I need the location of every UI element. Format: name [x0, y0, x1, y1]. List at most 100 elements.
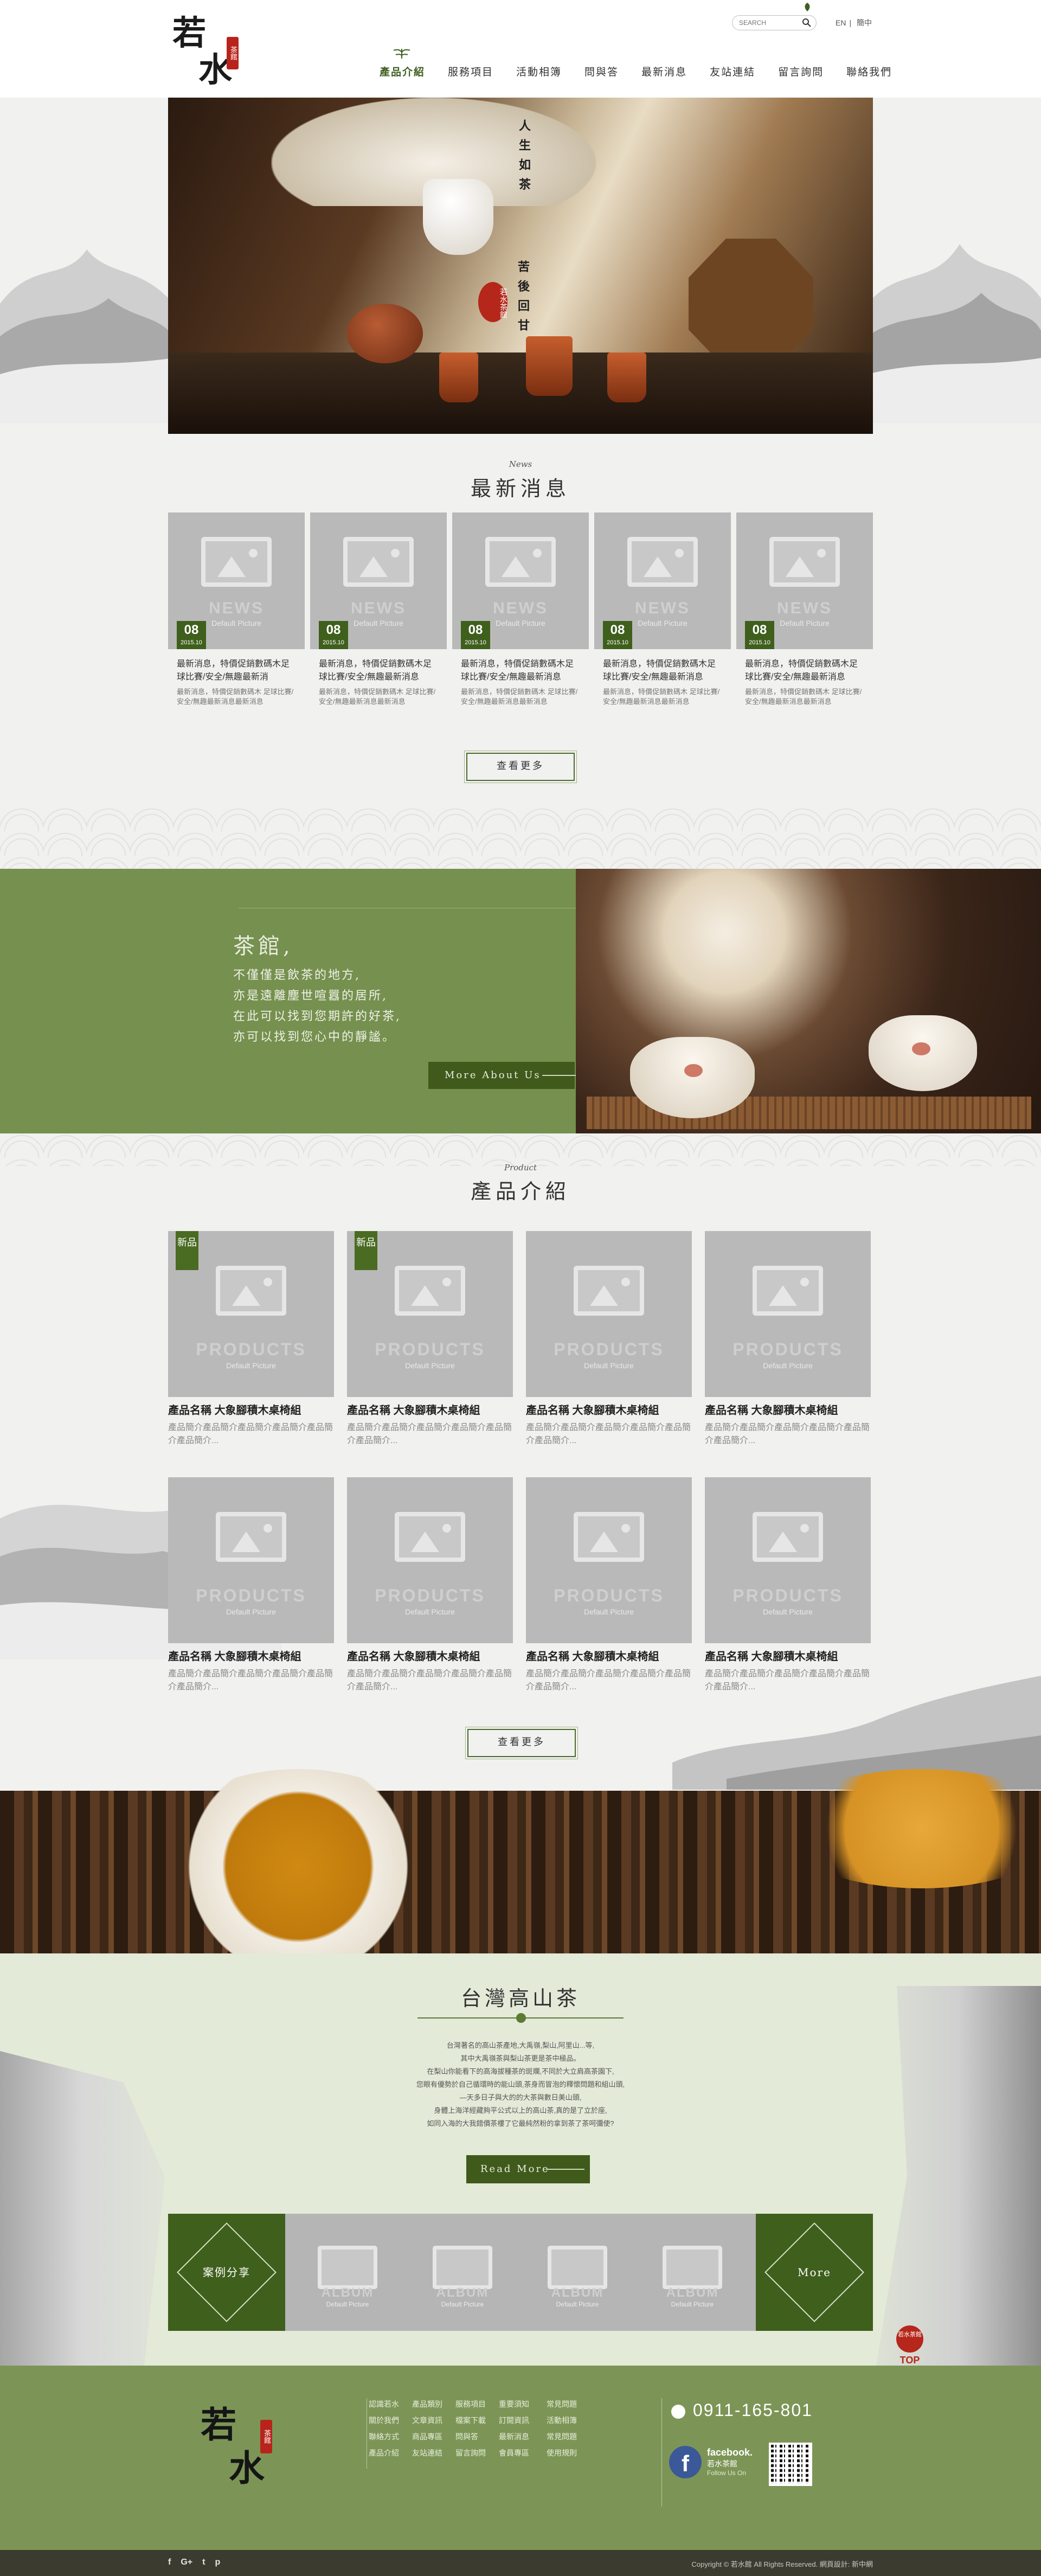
news-thumbnail[interactable]: NEWS Default Picture 08 2015.10: [594, 512, 731, 649]
facebook-link[interactable]: facebook. 若水茶館 Follow Us On: [707, 2447, 753, 2477]
news-card[interactable]: NEWS Default Picture 08 2015.10 最新消息，特價促銷…: [452, 512, 589, 707]
nav-item-faq[interactable]: 問與答: [584, 64, 619, 80]
product-name[interactable]: 產品名稱 大象腳積木桌椅組: [347, 1648, 513, 1663]
footer-logo[interactable]: 若 水 茶館: [201, 2396, 277, 2504]
nav-item-products[interactable]: 產品介紹: [380, 49, 425, 80]
news-thumbnail[interactable]: NEWS Default Picture 08 2015.10: [452, 512, 589, 649]
thumb-caption: Default Picture: [763, 1607, 813, 1616]
footer-link[interactable]: 最新消息: [499, 2428, 537, 2445]
read-more-button[interactable]: Read More: [466, 2155, 590, 2183]
product-thumbnail[interactable]: 新品 PRODUCTS Default Picture: [168, 1231, 334, 1397]
footer-link[interactable]: 文章資訊: [412, 2412, 450, 2428]
news-thumbnail[interactable]: NEWS Default Picture 08 2015.10: [736, 512, 873, 649]
about-us-button[interactable]: More About Us: [428, 1062, 580, 1089]
product-card[interactable]: PRODUCTS Default Picture 產品名稱 大象腳積木桌椅組 產…: [526, 1477, 692, 1694]
case-thumbnail[interactable]: ALBUM Default Picture: [292, 2214, 403, 2331]
footer-link[interactable]: 服務項目: [455, 2396, 493, 2412]
news-card[interactable]: NEWS Default Picture 08 2015.10 最新消息，特價促銷…: [594, 512, 731, 707]
footer-link[interactable]: 問與答: [455, 2428, 493, 2445]
google-plus-icon[interactable]: G+: [181, 2558, 192, 2567]
lang-en-link[interactable]: EN: [836, 18, 846, 27]
product-card[interactable]: PRODUCTS Default Picture 產品名稱 大象腳積木桌椅組 產…: [168, 1477, 334, 1694]
footer-link[interactable]: 商品專區: [412, 2428, 450, 2445]
title-divider: [417, 2013, 624, 2023]
news-thumbnail[interactable]: NEWS Default Picture 08 2015.10: [310, 512, 447, 649]
product-name[interactable]: 產品名稱 大象腳積木桌椅組: [705, 1401, 871, 1417]
footer-link[interactable]: 訂閱資訊: [499, 2412, 537, 2428]
product-name[interactable]: 產品名稱 大象腳積木桌椅組: [168, 1648, 334, 1663]
footer-link[interactable]: 檔案下載: [455, 2412, 493, 2428]
news-thumbnail[interactable]: NEWS Default Picture 08 2015.10: [168, 512, 305, 649]
footer-link[interactable]: 重要須知: [499, 2396, 537, 2412]
product-thumbnail[interactable]: PRODUCTS Default Picture: [705, 1231, 871, 1397]
nav-item-links[interactable]: 友站連結: [710, 64, 755, 80]
case-thumbnail[interactable]: ALBUM Default Picture: [407, 2214, 518, 2331]
case-share-button[interactable]: 案例分享: [168, 2214, 285, 2331]
footer-link[interactable]: 會員專區: [499, 2445, 537, 2461]
case-thumbnail[interactable]: ALBUM Default Picture: [522, 2214, 633, 2331]
news-card[interactable]: NEWS Default Picture 08 2015.10 最新消息，特價促銷…: [736, 512, 873, 707]
contact-phone[interactable]: 0911-165-801: [671, 2400, 813, 2420]
product-card[interactable]: PRODUCTS Default Picture 產品名稱 大象腳積木桌椅組 產…: [705, 1231, 871, 1447]
news-title-text[interactable]: 最新消息，特價促銷數碼木足球比賽/安全/無趣最新消: [168, 658, 305, 684]
products-more-button[interactable]: 查看更多: [465, 1727, 578, 1759]
nav-item-news[interactable]: 最新消息: [641, 64, 687, 80]
lang-zh-link[interactable]: 簡中: [857, 18, 872, 27]
product-thumbnail[interactable]: PRODUCTS Default Picture: [705, 1477, 871, 1643]
product-thumbnail[interactable]: PRODUCTS Default Picture: [526, 1477, 692, 1643]
product-name[interactable]: 產品名稱 大象腳積木桌椅組: [526, 1648, 692, 1663]
product-card[interactable]: PRODUCTS Default Picture 產品名稱 大象腳積木桌椅組 產…: [526, 1231, 692, 1447]
footer-link[interactable]: 友站連結: [412, 2445, 450, 2461]
nav-item-message[interactable]: 留言詢問: [778, 64, 824, 80]
footer-link[interactable]: 常見問題: [547, 2396, 584, 2412]
case-thumbnail[interactable]: ALBUM Default Picture: [637, 2214, 748, 2331]
product-thumbnail[interactable]: 新品 PRODUCTS Default Picture: [347, 1231, 513, 1397]
news-title-text[interactable]: 最新消息，特價促銷數碼木足球比賽/安全/無趣最新消息: [736, 658, 873, 684]
nav-item-albums[interactable]: 活動相簿: [516, 64, 562, 80]
search-input[interactable]: [739, 18, 799, 28]
news-title-text[interactable]: 最新消息，特價促銷數碼木足球比賽/安全/無趣最新消息: [310, 658, 447, 684]
image-placeholder-icon: [433, 2246, 492, 2290]
pinterest-icon[interactable]: p: [215, 2558, 220, 2567]
facebook-page: 若水茶館: [707, 2459, 737, 2468]
product-name[interactable]: 產品名稱 大象腳積木桌椅組: [705, 1648, 871, 1663]
product-thumbnail[interactable]: PRODUCTS Default Picture: [168, 1477, 334, 1643]
nav-item-services[interactable]: 服務項目: [448, 64, 493, 80]
news-title-text[interactable]: 最新消息，特價促銷數碼木足球比賽/安全/無趣最新消息: [452, 658, 589, 684]
search-icon[interactable]: [802, 18, 812, 28]
footer-link[interactable]: 聯絡方式: [369, 2428, 407, 2445]
product-card[interactable]: PRODUCTS Default Picture 產品名稱 大象腳積木桌椅組 產…: [705, 1477, 871, 1694]
footer-link[interactable]: 認識若水: [369, 2396, 407, 2412]
thumb-caption: Default Picture: [405, 1361, 455, 1370]
site-logo[interactable]: 若 水 茶館: [172, 16, 243, 92]
footer-link[interactable]: 留言詢問: [455, 2445, 493, 2461]
footer-link[interactable]: 常見問題: [547, 2428, 584, 2445]
product-card[interactable]: 新品 PRODUCTS Default Picture 產品名稱 大象腳積木桌椅…: [347, 1231, 513, 1447]
news-more-button[interactable]: 查看更多: [464, 751, 577, 783]
facebook-icon[interactable]: f: [669, 2446, 702, 2478]
product-card[interactable]: 新品 PRODUCTS Default Picture 產品名稱 大象腳積木桌椅…: [168, 1231, 334, 1447]
product-thumbnail[interactable]: PRODUCTS Default Picture: [526, 1231, 692, 1397]
footer-link[interactable]: 產品介紹: [369, 2445, 407, 2461]
facebook-icon[interactable]: f: [168, 2558, 171, 2567]
footer-link[interactable]: 使用規則: [547, 2445, 584, 2461]
image-placeholder-icon: [343, 536, 414, 587]
news-title-text[interactable]: 最新消息，特價促銷數碼木足球比賽/安全/無趣最新消息: [594, 658, 731, 684]
leaf-icon: [805, 3, 810, 11]
footer-link-column: 重要須知 訂閱資訊 最新消息 會員專區: [499, 2396, 537, 2461]
product-name[interactable]: 產品名稱 大象腳積木桌椅組: [168, 1401, 334, 1417]
news-card[interactable]: NEWS Default Picture 08 2015.10 最新消息，特價促銷…: [310, 512, 447, 707]
footer-link[interactable]: 活動相簿: [547, 2412, 584, 2428]
product-card[interactable]: PRODUCTS Default Picture 產品名稱 大象腳積木桌椅組 產…: [347, 1477, 513, 1694]
footer-link[interactable]: 關於我們: [369, 2412, 407, 2428]
product-name[interactable]: 產品名稱 大象腳積木桌椅組: [347, 1401, 513, 1417]
news-date: 08 2015.10: [177, 621, 206, 649]
product-thumbnail[interactable]: PRODUCTS Default Picture: [347, 1477, 513, 1643]
footer-link[interactable]: 產品類別: [412, 2396, 450, 2412]
logo-seal: 茶館: [227, 37, 239, 69]
nav-item-contact[interactable]: 聯絡我們: [846, 64, 892, 80]
product-name[interactable]: 產品名稱 大象腳積木桌椅組: [526, 1401, 692, 1417]
twitter-icon[interactable]: t: [202, 2558, 205, 2567]
cases-more-button[interactable]: More: [756, 2214, 873, 2331]
news-card[interactable]: NEWS Default Picture 08 2015.10 最新消息，特價促銷…: [168, 512, 305, 707]
